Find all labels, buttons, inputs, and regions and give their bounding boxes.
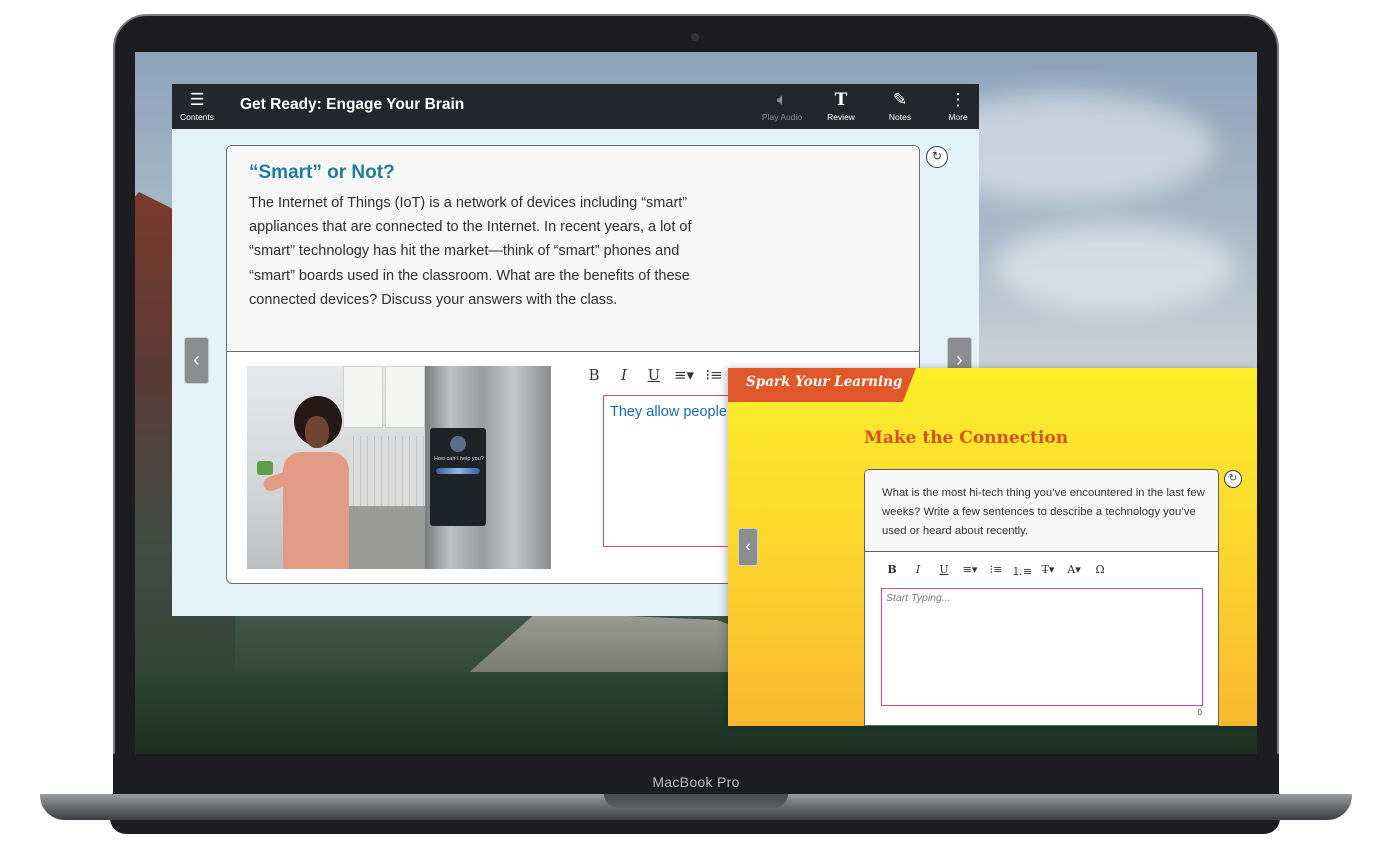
microphone-icon	[450, 436, 466, 452]
voice-wave	[436, 468, 480, 474]
text-icon: T	[834, 90, 848, 110]
character-count: 0	[1197, 708, 1202, 717]
fridge: How can I help you?	[425, 366, 551, 569]
speaker-icon: 🔈︎	[776, 90, 788, 109]
person-face	[305, 416, 329, 448]
smart-fridge-photo: How can I help you?	[247, 366, 551, 569]
cloud	[995, 222, 1235, 312]
card-title: “Smart” or Not?	[249, 162, 395, 183]
base-shadow	[110, 818, 1280, 834]
edit-icon: ✎	[892, 90, 908, 109]
cup	[257, 461, 273, 475]
card-body-text: The Internet of Things (IoT) is a networ…	[249, 195, 692, 308]
spark-title: Make the Connection	[864, 428, 1069, 448]
underline-button[interactable]: U	[931, 563, 957, 579]
review-button[interactable]: T Review	[817, 84, 865, 129]
cabinet	[343, 366, 383, 428]
editor-toolbar: B I U ≡▾ ⁝≡	[579, 366, 729, 388]
card-header: “Smart” or Not? The Internet of Things (…	[227, 146, 919, 352]
spark-editor-toolbar: B I U ≡▾ ⁝≡ ⒈≡ T̶▾ A▾ Ω	[879, 563, 1113, 579]
fridge-screen-text: How can I help you?	[434, 456, 484, 462]
counter	[337, 506, 437, 569]
refresh-icon[interactable]: ↻	[926, 146, 948, 168]
prev-page-button[interactable]: ‹	[184, 337, 209, 384]
spark-card-header: What is the most hi-tech thing you’ve en…	[865, 470, 1218, 552]
cabinet	[385, 366, 425, 428]
app-topbar: ☰ Contents Get Ready: Engage Your Brain …	[172, 84, 979, 129]
kebab-icon: ⋮	[949, 90, 967, 109]
spark-question: What is the most hi-tech thing you’ve en…	[882, 487, 1205, 537]
lesson-title: Get Ready: Engage Your Brain	[240, 96, 465, 113]
italic-button[interactable]: I	[609, 366, 639, 388]
bullet-list-button[interactable]: ⁝≡	[983, 563, 1009, 579]
spark-refresh-icon[interactable]: ↻	[1224, 470, 1242, 488]
spark-tab-label: Spark Your Learning	[746, 374, 903, 390]
spark-answer-input[interactable]: Start Typing...	[881, 588, 1203, 706]
align-dropdown[interactable]: ≡▾	[957, 563, 983, 579]
bold-button[interactable]: B	[579, 366, 609, 388]
device-label: MacBook Pro	[652, 774, 740, 790]
person-body	[283, 452, 349, 569]
contents-button[interactable]: ☰ Contents	[172, 84, 222, 129]
italic-button[interactable]: I	[905, 563, 931, 579]
notes-button[interactable]: ✎ Notes	[877, 84, 923, 129]
fridge-screen: How can I help you?	[430, 428, 486, 526]
play-audio-button[interactable]: 🔈︎ Play Audio	[757, 84, 807, 129]
backsplash	[347, 436, 432, 506]
special-character-button[interactable]: Ω	[1087, 563, 1113, 579]
spark-prev-button[interactable]: ‹	[738, 528, 758, 566]
align-dropdown[interactable]: ≡▾	[669, 366, 699, 388]
trackpad-notch	[604, 794, 788, 808]
numbered-list-button[interactable]: ⒈≡	[1009, 563, 1035, 579]
text-color-dropdown[interactable]: A▾	[1061, 563, 1087, 579]
spark-panel: Spark Your Learning Make the Connection …	[728, 368, 1257, 726]
camera	[691, 33, 699, 41]
bold-button[interactable]: B	[879, 563, 905, 579]
underline-button[interactable]: U	[639, 366, 669, 388]
more-button[interactable]: ⋮ More	[937, 84, 979, 129]
spark-card: What is the most hi-tech thing you’ve en…	[864, 469, 1219, 726]
bullet-list-button[interactable]: ⁝≡	[699, 366, 729, 388]
text-format-dropdown[interactable]: T̶▾	[1035, 563, 1061, 579]
hamburger-icon: ☰	[189, 90, 205, 109]
